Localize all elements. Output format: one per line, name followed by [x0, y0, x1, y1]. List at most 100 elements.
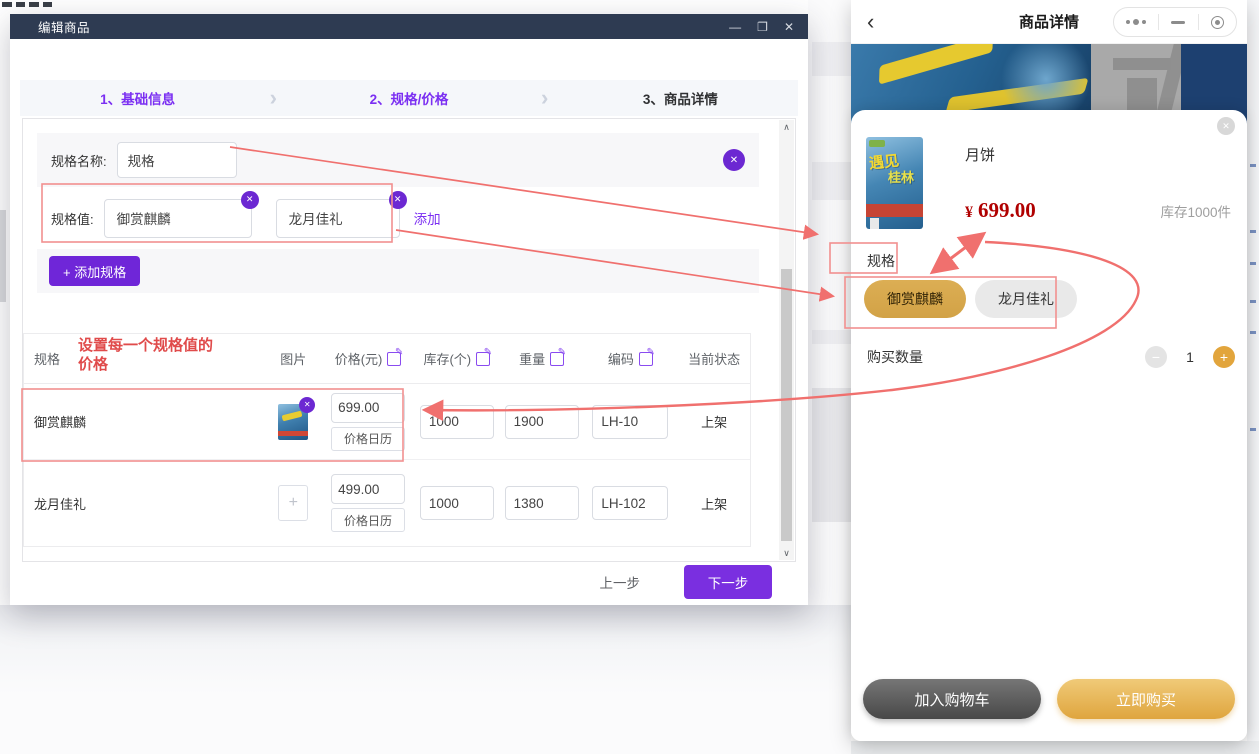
add-value-link[interactable]: 添加	[414, 208, 441, 228]
sku-popup-card: ✕ 遇见 桂林 月饼 ¥ 699.00 库存1000件 规格 御赏麒麟 龙月佳礼…	[851, 110, 1247, 741]
step-basic-info[interactable]: 1、基础信息	[20, 88, 255, 108]
table-row: 龙月佳礼 + 价格日历 上架	[24, 460, 750, 546]
background-window-fragment	[2, 0, 62, 8]
header-image: 图片	[263, 349, 323, 368]
increase-quantity-icon[interactable]: +	[1213, 346, 1235, 368]
quantity-row: 购买数量 − 1 +	[867, 346, 1235, 368]
status-text: 上架	[678, 494, 750, 513]
spec-value-input-1[interactable]	[104, 199, 252, 238]
minimize-capsule-icon[interactable]	[1171, 21, 1185, 24]
sku-table: 规格 图片 价格(元) 库存(个) 重量 编码 当前状态 御赏麒麟 ✕	[23, 333, 751, 547]
quantity-label: 购买数量	[867, 347, 923, 367]
scrollbar[interactable]: ∧ ∨	[779, 120, 794, 560]
weight-input[interactable]	[505, 405, 579, 439]
remove-value-icon[interactable]: ✕	[389, 191, 407, 209]
spec-value-2: ✕	[262, 199, 400, 238]
spec-section-label: 规格	[867, 251, 895, 271]
spec-name-row: 规格名称: ✕	[37, 133, 759, 187]
code-input[interactable]	[592, 405, 668, 439]
background-scrollbar-fragment	[0, 210, 6, 302]
background-right-strip	[1247, 0, 1259, 754]
close-popup-icon[interactable]: ✕	[1217, 117, 1235, 135]
dialog-title: 编辑商品	[38, 17, 90, 36]
spec-values-label: 规格值:	[51, 209, 94, 228]
sku-table-header: 规格 图片 价格(元) 库存(个) 重量 编码 当前状态	[24, 334, 750, 384]
spec-option-pills: 御赏麒麟 龙月佳礼	[864, 280, 1077, 318]
stock-text: 库存1000件	[1160, 201, 1231, 221]
add-spec-button[interactable]: + 添加规格	[49, 256, 140, 286]
poster-word-2: 桂林	[888, 167, 914, 186]
code-input[interactable]	[592, 486, 668, 520]
price-calendar-button[interactable]: 价格日历	[331, 427, 405, 451]
edit-price-icon[interactable]	[387, 352, 401, 366]
window-controls: — ❐ ✕	[729, 14, 794, 39]
header-price: 价格(元)	[335, 349, 383, 368]
scroll-down-icon[interactable]: ∨	[779, 546, 794, 560]
header-spec: 规格	[24, 349, 263, 368]
stock-input[interactable]	[420, 486, 494, 520]
close-icon[interactable]: ✕	[784, 21, 794, 33]
product-price: 699.00	[978, 198, 1036, 223]
step-indicator: 1、基础信息 › 2、规格/价格 › 3、商品详情	[20, 80, 798, 116]
spec-value-input-2[interactable]	[276, 199, 400, 238]
step-spec-price[interactable]: 2、规格/价格	[291, 88, 526, 108]
spec-form-panel: 规格名称: ✕ 规格值: ✕ ✕ 添加 + 添加规格 规格 图片	[22, 118, 796, 562]
spec-name-input[interactable]	[117, 142, 237, 178]
price-calendar-button[interactable]: 价格日历	[331, 508, 405, 532]
header-code: 编码	[608, 349, 634, 368]
scrollbar-thumb[interactable]	[781, 269, 792, 541]
status-text: 上架	[678, 412, 750, 431]
remove-spec-icon[interactable]: ✕	[723, 149, 745, 171]
miniprogram-preview-window: ‹ 商品详情 ✕ 遇见 桂林 月饼 ¥ 69	[851, 0, 1247, 741]
plus-icon: +	[63, 265, 71, 280]
spec-values-row: 规格值: ✕ ✕ 添加	[37, 187, 759, 249]
action-buttons: 加入购物车 立即购买	[863, 679, 1235, 719]
maximize-icon[interactable]: ❐	[757, 21, 768, 33]
upload-image-button[interactable]: +	[278, 485, 308, 521]
product-name: 月饼	[965, 144, 995, 165]
edit-product-dialog: 编辑商品 — ❐ ✕ 1、基础信息 › 2、规格/价格 › 3、商品详情 规格名…	[10, 14, 808, 605]
add-spec-row: + 添加规格	[37, 249, 759, 293]
remove-image-icon[interactable]: ✕	[299, 397, 315, 413]
price-row: ¥ 699.00 库存1000件	[965, 198, 1231, 223]
scroll-up-icon[interactable]: ∧	[779, 120, 794, 134]
edit-weight-icon[interactable]	[550, 352, 564, 366]
spec-name-label: 规格名称:	[51, 151, 107, 170]
table-row: 御赏麒麟 ✕ 价格日历 上架	[24, 384, 750, 460]
row-spec-name: 御赏麒麟	[24, 412, 263, 431]
minimize-icon[interactable]: —	[729, 21, 741, 33]
sku-image-thumbnail[interactable]: ✕	[278, 404, 308, 440]
add-to-cart-button[interactable]: 加入购物车	[863, 679, 1041, 719]
dialog-footer: 上一步 下一步	[600, 565, 773, 599]
product-thumbnail: 遇见 桂林	[866, 137, 923, 229]
background-bottom-strip	[851, 741, 1259, 754]
spec-option-selected[interactable]: 御赏麒麟	[864, 280, 966, 318]
header-status: 当前状态	[678, 349, 750, 368]
price-input[interactable]	[331, 393, 405, 423]
background-under-modal	[0, 605, 851, 754]
buy-now-button[interactable]: 立即购买	[1057, 679, 1235, 719]
exit-record-icon[interactable]	[1211, 16, 1224, 29]
spec-value-1: ✕	[104, 199, 252, 238]
quantity-value: 1	[1167, 349, 1213, 365]
prev-step-button[interactable]: 上一步	[600, 572, 641, 592]
weight-input[interactable]	[505, 486, 579, 520]
chevron-right-icon: ›	[255, 87, 291, 109]
dialog-titlebar: 编辑商品 — ❐ ✕	[10, 14, 808, 39]
header-weight: 重量	[519, 349, 545, 368]
stock-input[interactable]	[420, 405, 494, 439]
price-input[interactable]	[331, 474, 405, 504]
next-step-button[interactable]: 下一步	[684, 565, 772, 599]
chevron-right-icon: ›	[527, 87, 563, 109]
step-product-detail[interactable]: 3、商品详情	[563, 88, 798, 108]
currency-symbol: ¥	[965, 204, 973, 222]
edit-stock-icon[interactable]	[476, 352, 490, 366]
spec-option[interactable]: 龙月佳礼	[975, 280, 1077, 318]
edit-code-icon[interactable]	[639, 352, 653, 366]
row-spec-name: 龙月佳礼	[24, 494, 263, 513]
more-menu-icon[interactable]	[1126, 19, 1146, 25]
decrease-quantity-icon[interactable]: −	[1145, 346, 1167, 368]
miniprogram-capsule	[1113, 7, 1237, 37]
header-stock: 库存(个)	[423, 349, 471, 368]
remove-value-icon[interactable]: ✕	[241, 191, 259, 209]
